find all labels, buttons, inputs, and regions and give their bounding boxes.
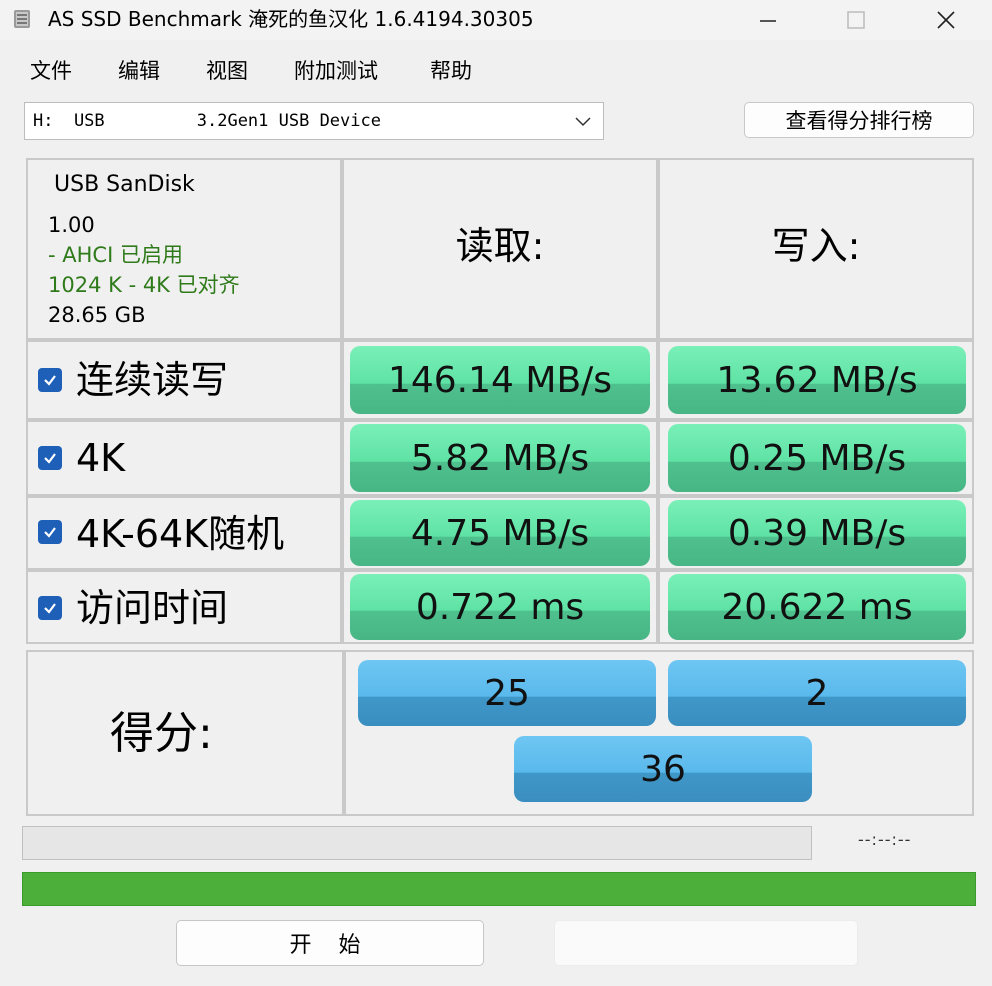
check-icon xyxy=(44,603,56,614)
row-4k64-label-cell: 4K-64K随机 xyxy=(26,496,342,570)
check-icon xyxy=(44,453,56,464)
row-4k-label-cell: 4K xyxy=(26,420,342,496)
4k-checkbox[interactable] xyxy=(38,446,62,470)
ranking-button[interactable]: 查看得分排行榜 xyxy=(744,102,974,138)
access-write-cell: 20.622 ms xyxy=(658,570,974,644)
check-icon xyxy=(44,527,56,538)
close-icon xyxy=(937,11,955,29)
maximize-icon xyxy=(847,11,865,29)
alignment-status: 1024 K - 4K 已对齐 xyxy=(48,273,240,297)
menu-view[interactable]: 视图 xyxy=(206,56,248,86)
elapsed-time: --:--:-- xyxy=(858,830,912,849)
drive-name: USB SanDisk xyxy=(54,172,195,197)
4k-read-result: 5.82 MB/s xyxy=(350,424,650,492)
seq-read-cell: 146.14 MB/s xyxy=(342,340,658,420)
minimize-button[interactable] xyxy=(736,0,800,40)
row-4k64-label: 4K-64K随机 xyxy=(76,512,285,556)
access-read-result: 0.722 ms xyxy=(350,574,650,640)
chevron-down-icon xyxy=(573,111,593,131)
read-header: 读取: xyxy=(455,224,545,268)
minimize-icon xyxy=(760,20,776,22)
drive-capacity: 28.65 GB xyxy=(48,303,146,327)
ahci-status: - AHCI 已启用 xyxy=(48,243,183,267)
app-icon xyxy=(12,8,32,30)
seq-read-result: 146.14 MB/s xyxy=(350,346,650,414)
menu-help[interactable]: 帮助 xyxy=(430,56,472,86)
menu-file[interactable]: 文件 xyxy=(30,56,72,86)
4k-write-result: 0.25 MB/s xyxy=(668,424,966,492)
4k64-checkbox[interactable] xyxy=(38,520,62,544)
status-progress-bar xyxy=(22,872,976,906)
write-header-cell: 写入: xyxy=(658,158,974,340)
total-score: 36 xyxy=(514,736,812,802)
access-read-cell: 0.722 ms xyxy=(342,570,658,644)
row-4k-label: 4K xyxy=(76,436,126,480)
menu-extra-tests[interactable]: 附加测试 xyxy=(294,56,378,86)
progress-bar xyxy=(22,826,812,860)
access-write-result: 20.622 ms xyxy=(668,574,966,640)
row-seq-label: 连续读写 xyxy=(76,358,229,402)
seq-checkbox[interactable] xyxy=(38,368,62,392)
score-panel: 25 2 36 xyxy=(344,650,974,816)
row-access-label: 访问时间 xyxy=(76,586,229,630)
4k64-read-result: 4.75 MB/s xyxy=(350,500,650,566)
4k64-write-result: 0.39 MB/s xyxy=(668,500,966,566)
4k64-read-cell: 4.75 MB/s xyxy=(342,496,658,570)
read-header-cell: 读取: xyxy=(342,158,658,340)
check-icon xyxy=(44,375,56,386)
close-button[interactable] xyxy=(914,0,978,40)
row-access-label-cell: 访问时间 xyxy=(26,570,342,644)
drive-select-value: H: USB 3.2Gen1 USB Device xyxy=(33,111,381,131)
4k64-write-cell: 0.39 MB/s xyxy=(658,496,974,570)
seq-write-cell: 13.62 MB/s xyxy=(658,340,974,420)
menu-edit[interactable]: 编辑 xyxy=(118,56,160,86)
window-title: AS SSD Benchmark 淹死的鱼汉化 1.6.4194.30305 xyxy=(48,7,534,31)
write-header: 写入: xyxy=(771,224,861,268)
start-button[interactable]: 开 始 xyxy=(176,920,484,966)
row-seq-label-cell: 连续读写 xyxy=(26,340,342,420)
maximize-button[interactable] xyxy=(824,0,888,40)
menu-bar: 文件 编辑 视图 附加测试 帮助 xyxy=(0,52,992,92)
seq-write-result: 13.62 MB/s xyxy=(668,346,966,414)
drive-select[interactable]: H: USB 3.2Gen1 USB Device xyxy=(24,102,604,140)
4k-write-cell: 0.25 MB/s xyxy=(658,420,974,496)
read-score: 25 xyxy=(358,660,656,726)
access-checkbox[interactable] xyxy=(38,596,62,620)
title-bar: AS SSD Benchmark 淹死的鱼汉化 1.6.4194.30305 xyxy=(0,0,992,40)
4k-read-cell: 5.82 MB/s xyxy=(342,420,658,496)
abort-button[interactable] xyxy=(554,920,858,966)
drive-info-panel: USB SanDisk 1.00 - AHCI 已启用 1024 K - 4K … xyxy=(26,158,342,340)
drive-firmware: 1.00 xyxy=(48,213,95,237)
score-label-cell: 得分: xyxy=(26,650,344,816)
score-label: 得分: xyxy=(110,708,213,759)
write-score: 2 xyxy=(668,660,966,726)
